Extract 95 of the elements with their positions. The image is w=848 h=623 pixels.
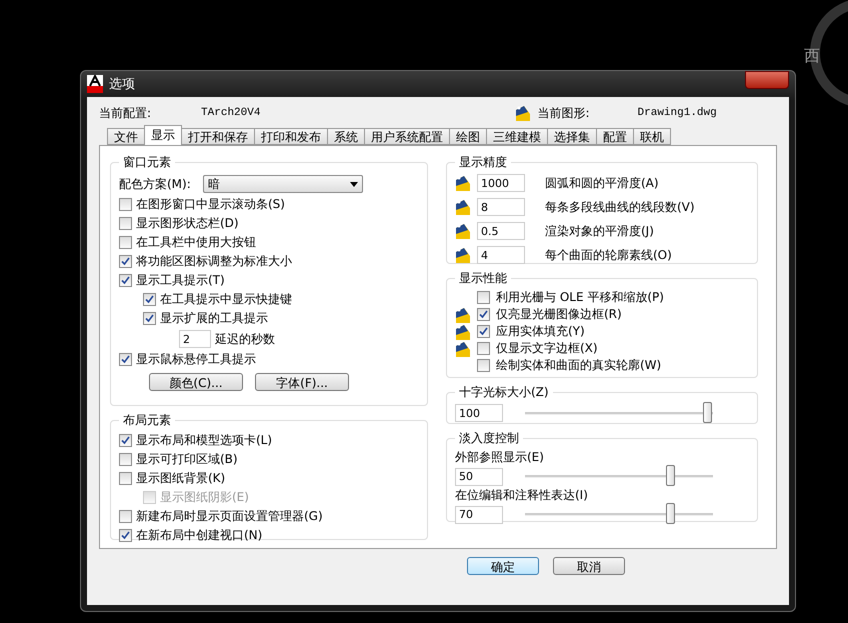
value-field[interactable]: 100 <box>455 404 503 422</box>
checkbox[interactable] <box>119 472 132 485</box>
drawing-saved-icon <box>455 322 471 340</box>
checkbox[interactable] <box>119 510 132 523</box>
section-title: 显示性能 <box>458 270 508 287</box>
option-label: 显示鼠标悬停工具提示 <box>136 351 256 368</box>
drawing-value: Drawing1.dwg <box>638 107 717 119</box>
tab[interactable]: 用户系统配置 <box>364 128 450 145</box>
checkbox[interactable] <box>119 198 132 211</box>
tab[interactable]: 选择集 <box>547 128 597 145</box>
option-label: 应用实体填充(Y) <box>496 323 585 340</box>
tab[interactable]: 系统 <box>327 128 365 145</box>
slider-thumb[interactable] <box>703 402 712 422</box>
tab[interactable]: 联机 <box>633 128 671 145</box>
checkbox[interactable] <box>119 255 132 268</box>
section-title: 十字光标大小(Z) <box>458 384 550 401</box>
checkbox[interactable] <box>477 342 490 355</box>
option-label: 在新布局中创建视口(N) <box>136 527 262 544</box>
option-label: 显示布局和模型选项卡(L) <box>136 432 272 449</box>
drawing-saved-icon <box>455 222 471 240</box>
option-label: 新建布局时显示页面设置管理器(G) <box>136 508 323 525</box>
profile-label: 当前配置: <box>99 104 152 122</box>
drawing-saved-icon <box>455 340 471 358</box>
drawing-saved-icon <box>455 198 471 216</box>
value-field[interactable]: 4 <box>477 246 525 264</box>
drawing-saved-icon <box>455 246 471 264</box>
option-label: 仅显示文字边框(X) <box>496 340 598 357</box>
slider-thumb[interactable] <box>666 503 675 524</box>
checkbox[interactable] <box>119 274 132 287</box>
slider-thumb[interactable] <box>666 465 675 486</box>
seconds-field[interactable]: 2 <box>179 330 211 348</box>
section-title: 显示精度 <box>458 154 508 171</box>
value-field[interactable]: 0.5 <box>477 222 525 240</box>
ok-button[interactable]: 确定 <box>467 557 539 575</box>
checkbox[interactable] <box>477 308 490 321</box>
field-label: 延迟的秒数 <box>215 330 275 348</box>
close-button[interactable] <box>745 71 789 89</box>
option-label: 利用光栅与 OLE 平移和缩放(P) <box>496 289 664 306</box>
option-label: 在工具栏中使用大按钮 <box>136 234 256 251</box>
window-title: 选项 <box>109 76 135 93</box>
option-label: 在工具提示中显示快捷键 <box>160 291 292 308</box>
checkbox[interactable] <box>143 312 156 325</box>
option-label: 显示图纸背景(K) <box>136 470 226 487</box>
value-field[interactable]: 8 <box>477 198 525 216</box>
checkbox[interactable] <box>119 217 132 230</box>
cancel-button[interactable]: 取消 <box>553 557 625 575</box>
value-field[interactable]: 1000 <box>477 174 525 192</box>
checkbox[interactable] <box>119 453 132 466</box>
slider-label: 外部参照显示(E) <box>455 449 544 466</box>
app-logo-icon <box>87 75 103 93</box>
tab[interactable]: 三维建模 <box>486 128 548 145</box>
tab[interactable]: 文件 <box>107 128 145 145</box>
section-title: 布局元素 <box>122 412 172 429</box>
tab[interactable]: 打开和保存 <box>181 128 255 145</box>
option-label: 显示扩展的工具提示 <box>160 310 268 327</box>
option-label: 显示图纸阴影(E) <box>160 489 249 506</box>
tab[interactable]: 显示 <box>144 125 182 145</box>
value-field[interactable]: 50 <box>455 468 503 486</box>
checkbox[interactable] <box>119 434 132 447</box>
field-label: 每条多段线曲线的线段数(V) <box>545 198 695 216</box>
checkbox[interactable] <box>477 291 490 304</box>
profile-value: TArch20V4 <box>201 107 260 119</box>
slider-label: 在位编辑和注释性表达(I) <box>455 487 588 504</box>
checkbox[interactable] <box>477 359 490 372</box>
checkbox[interactable] <box>119 529 132 542</box>
field-label: 每个曲面的轮廓素线(O) <box>545 246 672 264</box>
scheme-label: 配色方案(M): <box>119 176 191 192</box>
field-label: 圆弧和圆的平滑度(A) <box>545 174 659 192</box>
checkbox[interactable] <box>119 353 132 366</box>
option-label: 显示工具提示(T) <box>136 272 225 289</box>
option-label: 显示图形状态栏(D) <box>136 215 239 232</box>
option-label: 绘制实体和曲面的真实轮廓(W) <box>496 357 662 374</box>
section-title: 窗口元素 <box>122 154 172 171</box>
value-field[interactable]: 70 <box>455 506 503 524</box>
dialog-button[interactable]: 字体(F)... <box>255 373 349 391</box>
option-label: 仅亮显光栅图像边框(R) <box>496 306 622 323</box>
dropdown-arrow-icon <box>350 182 358 186</box>
drawing-saved-icon <box>455 306 471 324</box>
compass-label: 西 <box>804 46 820 67</box>
tab[interactable]: 配置 <box>596 128 634 145</box>
option-label: 将功能区图标调整为标准大小 <box>136 253 292 270</box>
drawing-label: 当前图形: <box>537 104 590 122</box>
option-label: 显示可打印区域(B) <box>136 451 238 468</box>
option-label: 在图形窗口中显示滚动条(S) <box>136 196 285 213</box>
section-title: 淡入度控制 <box>458 430 520 447</box>
tab[interactable]: 打印和发布 <box>254 128 328 145</box>
checkbox[interactable] <box>143 293 156 306</box>
dialog-button[interactable]: 颜色(C)... <box>149 373 243 391</box>
checkbox[interactable] <box>477 325 490 338</box>
drawing-saved-icon <box>515 104 532 122</box>
scheme-dropdown[interactable]: 暗 <box>202 175 363 193</box>
tab[interactable]: 绘图 <box>449 128 487 145</box>
drawing-saved-icon <box>455 174 471 192</box>
checkbox[interactable] <box>119 236 132 249</box>
field-label: 渲染对象的平滑度(J) <box>545 222 654 240</box>
